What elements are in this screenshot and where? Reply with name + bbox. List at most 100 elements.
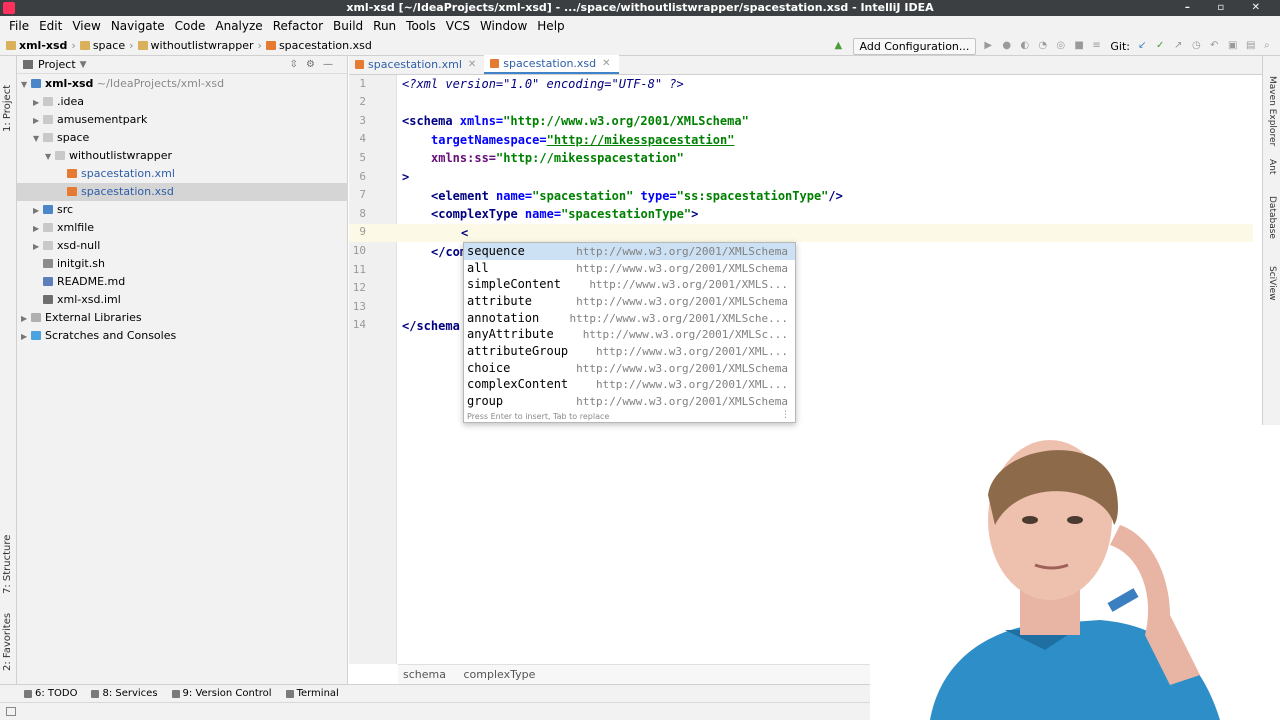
todo-tool-button[interactable]: 6: TODO (24, 688, 77, 699)
coverage-icon[interactable]: ◐ (1020, 41, 1030, 51)
tree-item-withoutlistwrapper[interactable]: ▼ withoutlistwrapper (17, 147, 348, 165)
completion-item-anyattribute[interactable]: anyAttribute http://www.w3.org/2001/XMLSc… (464, 326, 795, 343)
completion-item-all[interactable]: all http://www.w3.org/2001/XMLSchema (464, 260, 795, 277)
menu-tools[interactable]: Tools (401, 19, 441, 33)
project-panel-title[interactable]: Project (38, 58, 76, 71)
settings-icon[interactable]: ▤ (1246, 41, 1256, 51)
chevron-down-icon[interactable]: ▼ (80, 60, 87, 70)
module-file-icon (43, 295, 53, 304)
database-tool-tab[interactable]: Database (1267, 196, 1277, 239)
search-everywhere-icon[interactable]: ⌕ (1264, 41, 1274, 51)
menu-window[interactable]: Window (475, 19, 532, 33)
chevron-down-icon[interactable]: ▼ (45, 148, 55, 166)
tree-item-external-libraries[interactable]: ▶ External Libraries (17, 309, 348, 327)
menu-view[interactable]: View (67, 19, 105, 33)
menu-build[interactable]: Build (328, 19, 368, 33)
chevron-right-icon[interactable]: ▶ (33, 112, 43, 130)
tree-item-spacestation-xsd[interactable]: spacestation.xsd (17, 183, 348, 201)
tab-spacestation-xml[interactable]: spacestation.xml ✕ (349, 55, 484, 74)
folder-icon (43, 115, 53, 124)
menu-vcs[interactable]: VCS (441, 19, 475, 33)
history-icon[interactable]: ◷ (1192, 41, 1202, 51)
tree-item-root[interactable]: ▼ xml-xsd ~/IdeaProjects/xml-xsd (17, 75, 348, 93)
tree-item-space[interactable]: ▼ space (17, 129, 348, 147)
tree-item-xsd-null[interactable]: ▶ xsd-null (17, 237, 348, 255)
chevron-right-icon[interactable]: ▶ (21, 310, 31, 328)
close-icon[interactable]: ✕ (602, 58, 610, 69)
completion-item-choice[interactable]: choice http://www.w3.org/2001/XMLSchema (464, 360, 795, 377)
menu-refactor[interactable]: Refactor (268, 19, 328, 33)
chevron-down-icon[interactable]: ▼ (21, 76, 31, 94)
intellij-logo-icon (3, 2, 15, 14)
menu-code[interactable]: Code (170, 19, 211, 33)
tree-item-src[interactable]: ▶ src (17, 201, 348, 219)
line-number: 11 (352, 263, 366, 276)
rollback-icon[interactable]: ↶ (1210, 41, 1220, 51)
completion-item-attribute[interactable]: attribute http://www.w3.org/2001/XMLSchem… (464, 293, 795, 310)
tree-item-spacestation-xml[interactable]: spacestation.xml (17, 165, 348, 183)
completion-item-annotation[interactable]: annotation http://www.w3.org/2001/XMLSche… (464, 310, 795, 327)
tree-item-readme[interactable]: README.md (17, 273, 348, 291)
breadcrumb-schema[interactable]: schema (403, 668, 446, 681)
close-icon[interactable]: ✕ (468, 59, 476, 70)
completion-item-sequence[interactable]: sequence http://www.w3.org/2001/XMLSchema (464, 243, 795, 260)
window-controls[interactable]: – ▫ ✕ (1185, 0, 1272, 16)
git-update-icon[interactable]: ↙ (1138, 41, 1148, 51)
terminal-tool-button[interactable]: Terminal (285, 688, 339, 699)
chevron-right-icon[interactable]: ▶ (33, 202, 43, 220)
code-line-9-current: < (349, 224, 1253, 242)
chevron-right-icon[interactable]: ▶ (21, 328, 31, 346)
nav-crumb-file[interactable]: spacestation.xsd (265, 39, 372, 52)
ant-tool-tab[interactable]: Ant (1267, 159, 1277, 174)
breadcrumb-complextype[interactable]: complexType (463, 668, 535, 681)
nav-crumb-withoutlistwrapper[interactable]: withoutlistwrapper › (137, 39, 262, 52)
build-icon[interactable]: ≡ (1092, 41, 1102, 51)
menu-help[interactable]: Help (532, 19, 569, 33)
favorites-tool-tab[interactable]: 2: Favorites (2, 613, 13, 671)
tree-item-xmlfile[interactable]: ▶ xmlfile (17, 219, 348, 237)
more-options-icon[interactable]: ⋮ (781, 410, 790, 420)
sciview-tool-tab[interactable]: SciView (1267, 266, 1277, 301)
menu-file[interactable]: File (4, 19, 34, 33)
tree-item-scratches[interactable]: ▶ Scratches and Consoles (17, 327, 348, 345)
menu-edit[interactable]: Edit (34, 19, 67, 33)
window-title-bar: xml-xsd [~/IdeaProjects/xml-xsd] - .../s… (0, 0, 1280, 16)
profile-icon[interactable]: ◔ (1038, 41, 1048, 51)
completion-item-attributegroup[interactable]: attributeGroup http://www.w3.org/2001/XML… (464, 343, 795, 360)
stop-icon[interactable]: ■ (1074, 41, 1084, 51)
services-tool-button[interactable]: 8: Services (91, 688, 158, 699)
tool-windows-toggle-icon[interactable] (6, 707, 16, 716)
tree-item-initgit[interactable]: initgit.sh (17, 255, 348, 273)
editor-gutter[interactable]: 1 2 3 4 5 6 7 8 9 10 11 12 13 14 (349, 75, 397, 664)
add-configuration-button[interactable]: Add Configuration... (852, 37, 977, 55)
maven-explorer-tool-tab[interactable]: Maven Explorer (1267, 76, 1277, 146)
project-panel-tools[interactable]: ⇳⚙— (290, 59, 341, 70)
chevron-right-icon[interactable]: ▶ (33, 220, 43, 238)
version-control-tool-button[interactable]: 9: Version Control (171, 688, 272, 699)
completion-item-complexcontent[interactable]: complexContent http://www.w3.org/2001/XML… (464, 376, 795, 393)
menu-navigate[interactable]: Navigate (106, 19, 170, 33)
project-tool-tab[interactable]: 1: Project (2, 85, 13, 132)
git-push-icon[interactable]: ↗ (1174, 41, 1184, 51)
nav-crumb-space[interactable]: space › (79, 39, 134, 52)
tab-spacestation-xsd[interactable]: spacestation.xsd ✕ (484, 55, 619, 74)
chevron-right-icon[interactable]: ▶ (33, 94, 43, 112)
completion-item-group[interactable]: group http://www.w3.org/2001/XMLSchema (464, 393, 795, 410)
project-structure-icon[interactable]: ▣ (1228, 41, 1238, 51)
menu-run[interactable]: Run (368, 19, 401, 33)
nav-crumb-project[interactable]: xml-xsd › (6, 39, 76, 52)
tree-item-iml[interactable]: xml-xsd.iml (17, 291, 348, 309)
tree-item-amusementpark[interactable]: ▶ amusementpark (17, 111, 348, 129)
structure-tool-tab[interactable]: 7: Structure (2, 535, 13, 594)
git-commit-icon[interactable]: ✓ (1156, 41, 1166, 51)
tree-item-idea[interactable]: ▶ .idea (17, 93, 348, 111)
menu-analyze[interactable]: Analyze (210, 19, 267, 33)
completion-item-simplecontent[interactable]: simpleContent http://www.w3.org/2001/XMLS… (464, 276, 795, 293)
chevron-down-icon[interactable]: ▼ (33, 130, 43, 148)
attach-icon[interactable]: ◎ (1056, 41, 1066, 51)
line-number: 4 (359, 132, 366, 145)
run-icon[interactable]: ▶ (984, 41, 994, 51)
debug-icon[interactable]: ● (1002, 41, 1012, 51)
build-hammer-icon[interactable]: ▲ (835, 41, 845, 51)
chevron-right-icon[interactable]: ▶ (33, 238, 43, 256)
